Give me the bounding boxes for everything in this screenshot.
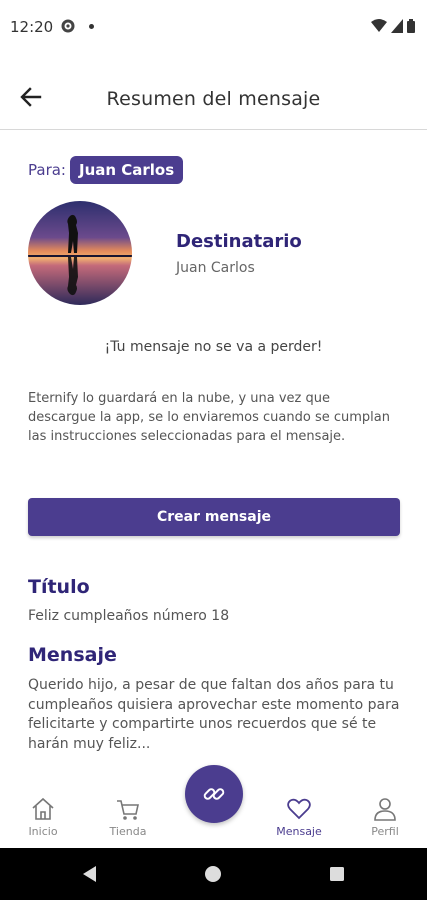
recents-square-icon[interactable] (327, 864, 347, 884)
nav-item-perfil[interactable]: Perfil (350, 795, 420, 838)
title-value: Feliz cumpleaños número 18 (28, 608, 230, 624)
recipient-name: Juan Carlos (176, 260, 255, 276)
create-message-button[interactable]: Crear mensaje (28, 498, 400, 536)
home-icon (32, 797, 54, 820)
title-heading: Título (28, 576, 90, 598)
to-label: Para: (28, 161, 66, 179)
link-icon (203, 788, 225, 800)
system-nav-bar (0, 848, 427, 900)
recipient-heading: Destinatario (176, 231, 302, 252)
wifi-icon (371, 19, 387, 32)
notice-body: Eternify lo guardará en la nube, y una v… (28, 391, 390, 444)
heart-icon (287, 798, 311, 820)
page-title: Resumen del mensaje (106, 88, 321, 110)
nav-item-mensaje[interactable]: Mensaje (264, 795, 334, 838)
status-bar: 12:20 (0, 0, 427, 56)
dot-icon (89, 24, 94, 29)
nav-label-perfil: Perfil (371, 825, 399, 838)
recipient-row: Para: Juan Carlos (28, 156, 184, 184)
gear-icon (61, 19, 75, 33)
link-fab-button[interactable] (185, 765, 243, 823)
message-heading: Mensaje (28, 644, 117, 666)
notice-title: ¡Tu mensaje no se va a perder! (104, 339, 323, 355)
status-icons (371, 18, 415, 34)
signal-icon (391, 19, 403, 33)
cart-icon (117, 800, 139, 820)
app-bar: Resumen del mensaje (0, 56, 427, 130)
back-triangle-icon[interactable] (80, 864, 100, 884)
nav-label-inicio: Inicio (28, 825, 58, 838)
home-circle-icon[interactable] (203, 864, 223, 884)
message-summary: Para: Juan Carlos Destinatario Juan Carl… (0, 131, 427, 791)
nav-item-tienda[interactable]: Tienda (93, 795, 163, 838)
nav-label-tienda: Tienda (109, 825, 147, 838)
person-icon (374, 798, 396, 821)
message-body: Querido hijo, a pesar de que faltan dos … (28, 677, 400, 752)
sunset-photo (28, 201, 132, 305)
nav-label-mensaje: Mensaje (276, 825, 322, 838)
battery-icon (407, 19, 415, 33)
status-time: 12:20 (10, 18, 54, 36)
nav-item-inicio[interactable]: Inicio (8, 795, 78, 838)
avatar (28, 201, 132, 305)
recipient-chip[interactable]: Juan Carlos (69, 156, 184, 184)
